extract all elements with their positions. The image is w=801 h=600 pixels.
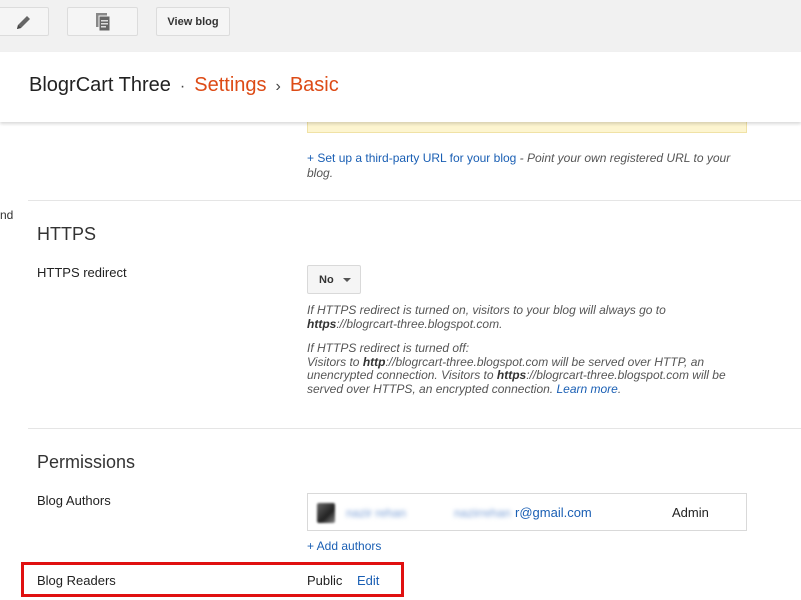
https-off-http: http (362, 354, 386, 369)
https-on-text: If HTTPS redirect is turned on, visitors… (307, 303, 666, 317)
https-redirect-label: HTTPS redirect (37, 265, 127, 280)
https-off-info: If HTTPS redirect is turned off: Visitor… (307, 341, 747, 396)
https-on-info: If HTTPS redirect is turned on, visitors… (307, 303, 747, 331)
author-email[interactable]: r@gmail.com (515, 505, 592, 520)
pages-button[interactable] (67, 7, 138, 36)
section-divider (28, 200, 801, 201)
blog-readers-edit-link[interactable]: Edit (357, 573, 379, 588)
third-party-url-note: + Set up a third-party URL for your blog… (307, 151, 747, 181)
https-off-heading: If HTTPS redirect is turned off: (307, 341, 470, 355)
https-off-https: https (496, 368, 527, 382)
blog-authors-label: Blog Authors (37, 493, 111, 508)
breadcrumb: BlogrCart Three · Settings › Basic (29, 74, 339, 97)
blog-name[interactable]: BlogrCart Three (29, 74, 171, 96)
pages-icon (94, 12, 112, 32)
https-on-scheme: https (307, 316, 337, 331)
author-name[interactable]: nazir rehan (346, 506, 406, 520)
breadcrumb-separator: › (275, 78, 281, 95)
section-divider (28, 428, 801, 429)
notice-box (307, 122, 747, 133)
https-on-url: ://blogrcart-three.blogspot.com. (336, 316, 503, 331)
breadcrumb-separator: · (179, 78, 186, 95)
author-role[interactable]: Admin (672, 505, 709, 520)
https-section-title: HTTPS (37, 224, 97, 244)
settings-content: + Set up a third-party URL for your blog… (0, 122, 801, 600)
blog-readers-label: Blog Readers (37, 573, 116, 588)
cropped-sidebar-text: nd (0, 208, 14, 222)
authors-list: nazir rehan nazirrehan r@gmail.com Admin (307, 493, 747, 531)
https-off-text: Visitors to (307, 354, 363, 369)
add-authors-link[interactable]: + Add authors (307, 539, 381, 553)
https-redirect-value: No (319, 273, 334, 286)
author-email-prefix[interactable]: nazirrehan (454, 506, 511, 520)
https-off-period: . (617, 381, 622, 396)
pencil-icon (14, 12, 34, 32)
third-party-url-link[interactable]: + Set up a third-party URL for your blog (307, 151, 516, 165)
view-blog-button[interactable]: View blog (156, 7, 230, 36)
permissions-section-title: Permissions (37, 452, 136, 472)
https-redirect-select[interactable]: No (307, 265, 361, 294)
learn-more-link[interactable]: Learn more (556, 382, 617, 396)
avatar (317, 503, 335, 523)
breadcrumb-basic: Basic (289, 74, 339, 96)
page-header: BlogrCart Three · Settings › Basic (0, 52, 801, 122)
breadcrumb-settings[interactable]: Settings (194, 74, 266, 96)
top-toolbar: View blog (0, 0, 801, 52)
caret-down-icon (342, 277, 351, 282)
new-post-button[interactable] (0, 7, 49, 36)
blog-readers-value: Public (307, 573, 343, 588)
